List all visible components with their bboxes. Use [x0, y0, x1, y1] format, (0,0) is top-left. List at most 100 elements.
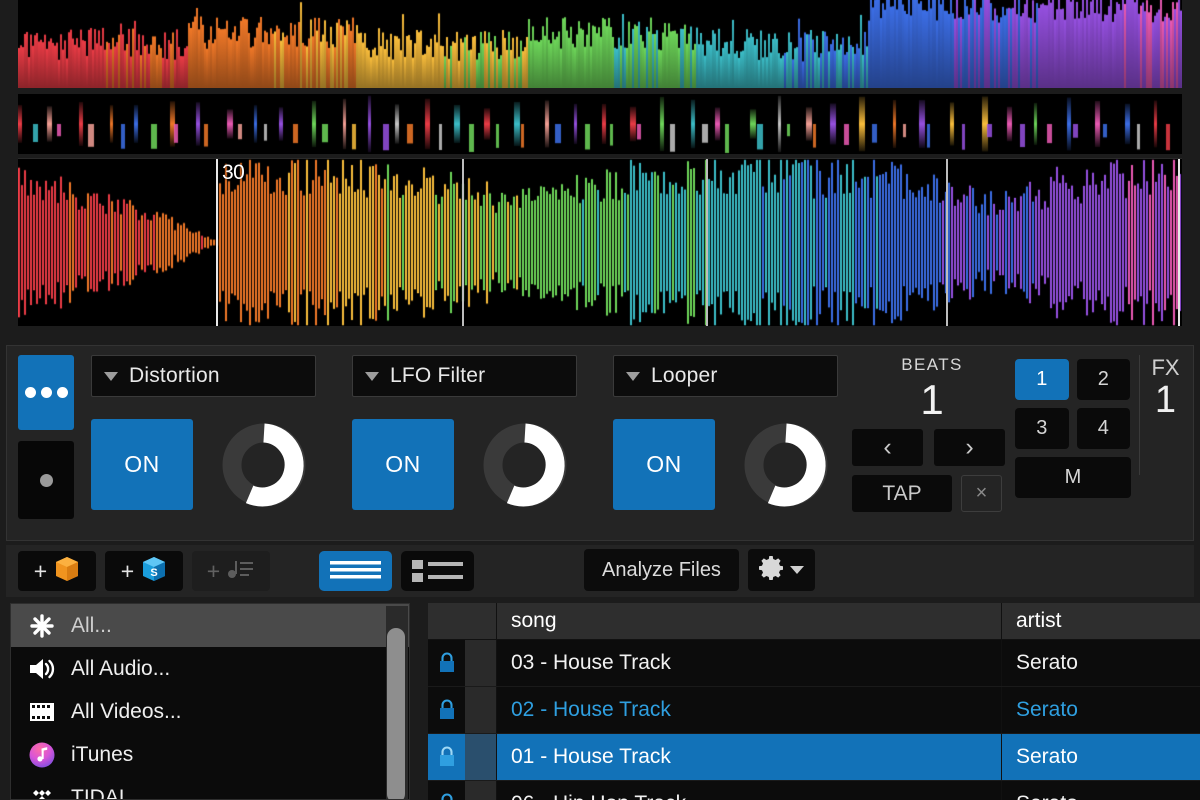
fx-channel-button-3[interactable]: 3 — [1015, 408, 1069, 449]
sidebar-item-tidal[interactable]: TIDAL — [11, 776, 409, 800]
sidebar-item-itunes[interactable]: iTunes — [11, 733, 409, 776]
fx-effect-select-3[interactable]: Looper — [613, 355, 838, 397]
view-detail-button[interactable] — [401, 551, 474, 591]
fx-unit-label: FX — [1151, 355, 1180, 380]
track-list-table[interactable]: song artist 03 - House Track Serato 02 -… — [428, 603, 1200, 800]
fx-depth-knob-1[interactable] — [221, 422, 307, 508]
settings-button[interactable] — [747, 549, 815, 591]
chevron-down-icon — [626, 371, 640, 381]
fx-channel-button-1[interactable]: 1 — [1015, 359, 1069, 400]
track-song-cell[interactable]: 01 - House Track — [497, 734, 1002, 780]
fx-effect-name-1: Distortion — [129, 364, 220, 387]
main-waveform-display[interactable] — [18, 0, 1182, 88]
table-row[interactable]: 03 - House Track Serato — [428, 640, 1200, 687]
sidebar-item-all-audio[interactable]: All Audio... — [11, 647, 409, 690]
speaker-icon — [27, 654, 57, 684]
analyze-group: Analyze Files — [584, 549, 815, 591]
sidebar-item-label: TIDAL — [71, 785, 131, 800]
beats-clear-button[interactable]: × — [961, 475, 1002, 512]
lock-icon[interactable] — [428, 781, 465, 800]
tap-tempo-button[interactable]: TAP — [852, 475, 952, 512]
beats-prev-button[interactable]: ‹ — [852, 429, 923, 466]
fx-effect-select-2[interactable]: LFO Filter — [352, 355, 577, 397]
fx-panel: Distortion ON LFO Filter ON Looper ON BE… — [6, 345, 1194, 541]
waveform-area: 30 3 — [0, 0, 1200, 340]
fx-dot-icon — [56, 387, 68, 398]
itunes-icon — [27, 740, 57, 770]
fx-dot-icon — [40, 387, 52, 398]
chevron-down-icon — [790, 566, 805, 574]
sidebar-item-all[interactable]: All... — [11, 604, 409, 647]
add-subcrate-button[interactable]: + S — [105, 551, 183, 591]
crate-box-icon — [54, 555, 80, 588]
sidebar-scrollbar[interactable] — [386, 606, 408, 799]
fx-multi-mode-button[interactable] — [18, 355, 74, 430]
fx-single-mode-button[interactable] — [18, 441, 74, 519]
fx-slot-2: LFO Filter ON — [352, 355, 577, 510]
fx-dot-icon — [39, 473, 53, 487]
fx-master-button[interactable]: M — [1015, 457, 1131, 498]
fx-unit-value: 1 — [1154, 379, 1177, 421]
fx-mode-column — [18, 355, 74, 519]
lock-icon[interactable] — [428, 687, 465, 733]
beat-grid-waveform[interactable] — [18, 94, 1182, 154]
beats-next-button[interactable]: › — [934, 429, 1005, 466]
track-artist-cell[interactable]: Serato — [1002, 687, 1200, 733]
column-header-lock[interactable] — [428, 603, 465, 639]
analyze-files-label: Analyze Files — [602, 558, 721, 581]
table-row[interactable]: 06 - Hip Hop Track Serato — [428, 781, 1200, 800]
add-playlist-button[interactable]: + — [192, 551, 270, 591]
sidebar-scrollbar-thumb[interactable] — [387, 628, 405, 799]
fx-channel-button-2[interactable]: 2 — [1076, 359, 1130, 400]
lock-icon[interactable] — [428, 640, 465, 686]
gear-icon — [758, 555, 784, 586]
fx-depth-knob-2[interactable] — [482, 422, 568, 508]
fx-depth-knob-3[interactable] — [743, 422, 829, 508]
track-artist-cell[interactable]: Serato — [1002, 734, 1200, 780]
track-overview-waveform[interactable]: 30 3 — [18, 158, 1182, 326]
sidebar-item-label: All Videos... — [71, 699, 182, 723]
film-strip-icon — [27, 697, 57, 727]
add-crate-button[interactable]: + — [18, 551, 96, 591]
analyze-files-button[interactable]: Analyze Files — [584, 549, 739, 591]
column-header-song[interactable]: song — [497, 603, 1002, 639]
beat-marker-line — [462, 159, 464, 326]
fx-dot-icon — [24, 387, 36, 398]
track-song-cell[interactable]: 03 - House Track — [497, 640, 1002, 686]
beat-marker-line — [706, 159, 708, 326]
beats-block: BEATS 1 ‹ › TAP × — [852, 355, 1012, 512]
fx-channel-label-2: 2 — [1097, 368, 1109, 390]
track-song-cell[interactable]: 06 - Hip Hop Track — [497, 781, 1002, 800]
fx-on-button-1[interactable]: ON — [91, 419, 193, 510]
close-icon: × — [975, 482, 988, 504]
svg-text:S: S — [151, 567, 158, 579]
table-header-row: song artist — [428, 603, 1200, 640]
table-row[interactable]: 01 - House Track Serato — [428, 734, 1200, 781]
track-artist-cell[interactable]: Serato — [1002, 640, 1200, 686]
lock-icon[interactable] — [428, 734, 465, 780]
fx-master-label: M — [1064, 466, 1082, 488]
chevron-left-icon: ‹ — [883, 433, 892, 461]
fx-slot-1: Distortion ON — [91, 355, 316, 510]
fx-channel-button-4[interactable]: 4 — [1076, 408, 1130, 449]
view-list-button[interactable] — [319, 551, 392, 591]
sidebar-item-all-videos[interactable]: All Videos... — [11, 690, 409, 733]
sidebar-item-label: iTunes — [71, 742, 134, 766]
chevron-down-icon — [365, 371, 379, 381]
fx-on-button-3[interactable]: ON — [613, 419, 715, 510]
column-header-status[interactable] — [465, 603, 497, 639]
fx-on-button-2[interactable]: ON — [352, 419, 454, 510]
sidebar-item-label: All... — [71, 613, 112, 637]
fx-channel-label-4: 4 — [1097, 417, 1109, 439]
column-header-artist[interactable]: artist — [1002, 603, 1200, 639]
chevron-down-icon — [104, 371, 118, 381]
table-row[interactable]: 02 - House Track Serato — [428, 687, 1200, 734]
library-sidebar[interactable]: All... All Audio... All Videos... iTunes… — [10, 603, 410, 800]
track-artist-cell[interactable]: Serato — [1002, 781, 1200, 800]
fx-effect-select-1[interactable]: Distortion — [91, 355, 316, 397]
beats-title: BEATS — [901, 355, 963, 374]
asterisk-icon — [27, 611, 57, 641]
row-status-cell — [465, 781, 497, 800]
list-lines-icon — [330, 561, 381, 579]
track-song-cell[interactable]: 02 - House Track — [497, 687, 1002, 733]
